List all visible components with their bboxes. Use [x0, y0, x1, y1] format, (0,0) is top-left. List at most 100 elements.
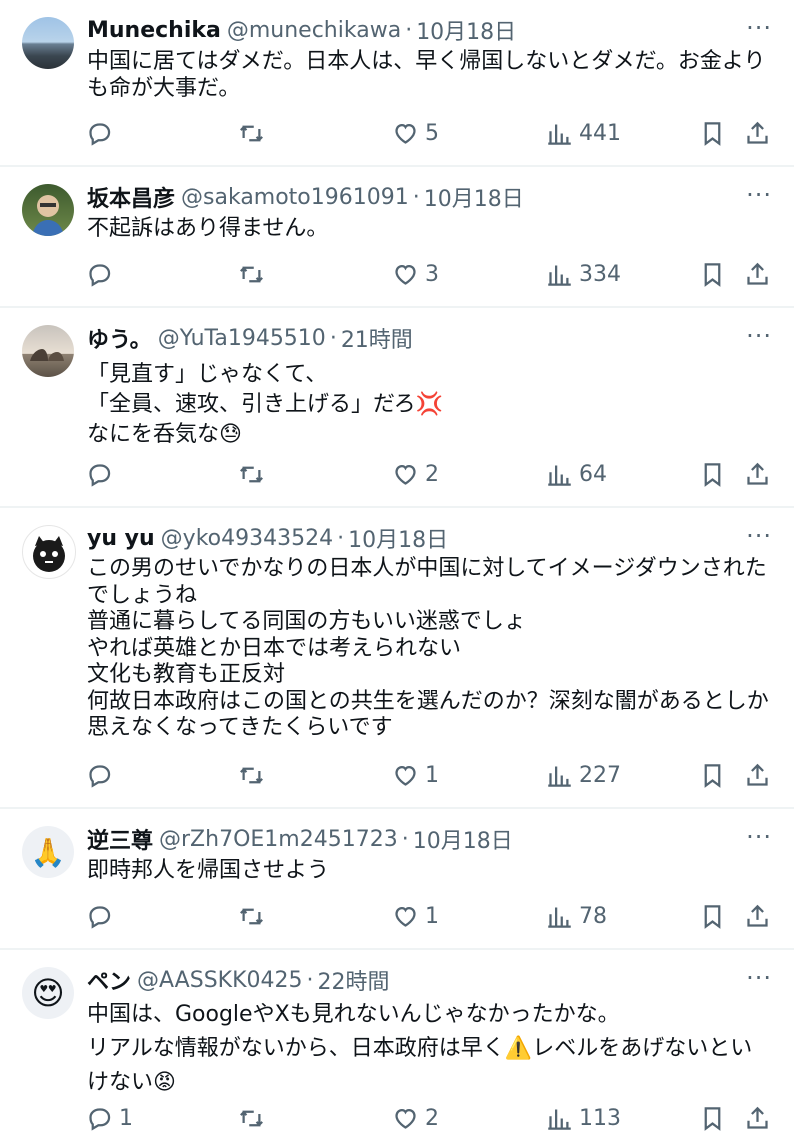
retweet-button[interactable]: [238, 898, 265, 934]
bookmark-button[interactable]: [699, 1100, 726, 1136]
like-count: 2: [425, 461, 439, 487]
display-name[interactable]: Munechika: [87, 18, 221, 43]
tweet-text-line: なにを呑気な😓: [87, 420, 776, 450]
retweet-button[interactable]: [238, 456, 265, 492]
bookmark-button[interactable]: [699, 757, 726, 793]
heart-icon: [395, 906, 416, 927]
user-handle[interactable]: @munechikawa: [227, 18, 401, 43]
avatar[interactable]: [22, 17, 74, 69]
bookmark-button[interactable]: [699, 256, 726, 292]
heart-icon: [395, 1108, 416, 1129]
share-button[interactable]: [744, 456, 771, 492]
tweet-text: 中国は、GoogleやXも見れないんじゃなかったかな。 リアルな情報がないから、…: [87, 998, 776, 1100]
more-icon[interactable]: ···: [746, 181, 772, 209]
like-button[interactable]: 1: [392, 757, 439, 793]
views-button[interactable]: 78: [546, 898, 607, 934]
more-icon[interactable]: ···: [746, 964, 772, 992]
views-button[interactable]: 441: [546, 115, 621, 151]
views-button[interactable]: 227: [546, 757, 621, 793]
more-icon[interactable]: ···: [746, 14, 772, 42]
timestamp[interactable]: 10月18日: [416, 14, 516, 46]
tweet-header: Munechika @munechikawa · 10月18日 ···: [87, 14, 776, 46]
like-button[interactable]: 1: [392, 898, 439, 934]
tweet-text-line: 「全員、速攻、引き上げる」だろ💢: [87, 390, 776, 420]
tweet-yuta[interactable]: ゆう。 @YuTa1945510 · 21時間 ··· 「見直す」じゃなくて、 …: [0, 308, 794, 508]
reply-button[interactable]: [86, 456, 119, 492]
tweet-header: 逆三尊 @rZh7OE1m2451723 · 10月18日 ···: [87, 823, 776, 855]
bookmark-button[interactable]: [699, 115, 726, 151]
display-name[interactable]: yu yu: [87, 526, 155, 551]
retweet-button[interactable]: [238, 256, 265, 292]
display-name[interactable]: ゆう。: [87, 322, 152, 354]
tweet-content: ゆう。 @YuTa1945510 · 21時間 ··· 「見直す」じゃなくて、 …: [87, 322, 776, 450]
views-icon: [548, 907, 571, 928]
display-name[interactable]: 逆三尊: [87, 823, 153, 855]
bookmark-button[interactable]: [699, 898, 726, 934]
views-count: 113: [579, 1105, 621, 1131]
retweet-icon: [240, 767, 263, 783]
avatar[interactable]: [22, 184, 74, 236]
like-button[interactable]: 2: [392, 456, 439, 492]
views-icon: [548, 465, 571, 486]
reply-button[interactable]: [86, 898, 119, 934]
tweet-text-line: 思えなくなってきたくらいです: [87, 715, 393, 740]
action-bar: 2 64: [80, 456, 776, 492]
user-handle[interactable]: @YuTa1945510: [158, 326, 326, 351]
timestamp[interactable]: 10月18日: [413, 823, 513, 855]
tweet-gyakusanson[interactable]: 🙏 逆三尊 @rZh7OE1m2451723 · 10月18日 ··· 即時邦人…: [0, 809, 794, 950]
reply-button[interactable]: [86, 256, 119, 292]
tweet-text-segment: けない: [87, 1070, 154, 1095]
retweet-button[interactable]: [238, 757, 265, 793]
timestamp[interactable]: 22時間: [318, 964, 390, 996]
views-count: 334: [579, 261, 621, 287]
like-button[interactable]: 5: [392, 115, 439, 151]
like-button[interactable]: 2: [392, 1100, 439, 1136]
tweet-sakamoto[interactable]: 坂本昌彦 @sakamoto1961091 · 10月18日 ··· 不起訴はあ…: [0, 167, 794, 308]
share-button[interactable]: [744, 898, 771, 934]
like-count: 2: [425, 1105, 439, 1131]
retweet-button[interactable]: [238, 1100, 265, 1136]
tweet-pen[interactable]: 😍 ペン @AASSKK0425 · 22時間 ··· 中国は、GoogleやX…: [0, 950, 794, 1144]
user-handle[interactable]: @yko49343524: [161, 526, 333, 551]
user-handle[interactable]: @rZh7OE1m2451723: [159, 827, 398, 852]
tweet-content: yu yu @yko49343524 · 10月18日 ··· この男のせいでか…: [87, 522, 776, 742]
avatar[interactable]: 😍: [22, 967, 74, 1019]
avatar[interactable]: 🙏: [22, 826, 74, 878]
reply-button[interactable]: [86, 115, 119, 151]
tweet-yuyu[interactable]: yu yu @yko49343524 · 10月18日 ··· この男のせいでか…: [0, 508, 794, 809]
tweet-text-line: 即時邦人を帰国させよう: [87, 858, 330, 883]
more-icon[interactable]: ···: [746, 522, 772, 550]
share-button[interactable]: [744, 757, 771, 793]
share-button[interactable]: [744, 1100, 771, 1136]
bookmark-button[interactable]: [699, 456, 726, 492]
avatar[interactable]: [22, 325, 74, 377]
views-button[interactable]: 334: [546, 256, 621, 292]
avatar[interactable]: [22, 525, 76, 579]
share-icon: [747, 904, 768, 927]
reply-icon: [89, 1107, 111, 1131]
tweet-text-segment: リアルな情報がないから、日本政府は早く: [87, 1036, 505, 1061]
user-handle[interactable]: @sakamoto1961091: [181, 185, 409, 210]
user-handle[interactable]: @AASSKK0425: [137, 968, 302, 993]
tweet-munechika[interactable]: Munechika @munechikawa · 10月18日 ··· 中国に居…: [0, 0, 794, 167]
timestamp[interactable]: 21時間: [341, 322, 413, 354]
display-name[interactable]: ペン: [87, 964, 131, 996]
retweet-button[interactable]: [238, 115, 265, 151]
like-button[interactable]: 3: [392, 256, 439, 292]
timestamp[interactable]: 10月18日: [424, 181, 524, 213]
views-icon: [548, 124, 571, 145]
reply-button[interactable]: [86, 757, 119, 793]
reply-icon: [89, 463, 111, 487]
reply-button[interactable]: 1: [86, 1100, 133, 1136]
views-button[interactable]: 113: [546, 1100, 621, 1136]
display-name[interactable]: 坂本昌彦: [87, 181, 175, 213]
views-button[interactable]: 64: [546, 456, 607, 492]
avatar-photo: [30, 349, 64, 361]
more-icon[interactable]: ···: [746, 823, 772, 851]
tweet-text-line: も命が大事だ。: [87, 76, 241, 101]
timestamp[interactable]: 10月18日: [348, 522, 448, 554]
more-icon[interactable]: ···: [746, 322, 772, 350]
share-button[interactable]: [744, 256, 771, 292]
share-button[interactable]: [744, 115, 771, 151]
tweet-text: 即時邦人を帰国させよう: [87, 857, 776, 884]
